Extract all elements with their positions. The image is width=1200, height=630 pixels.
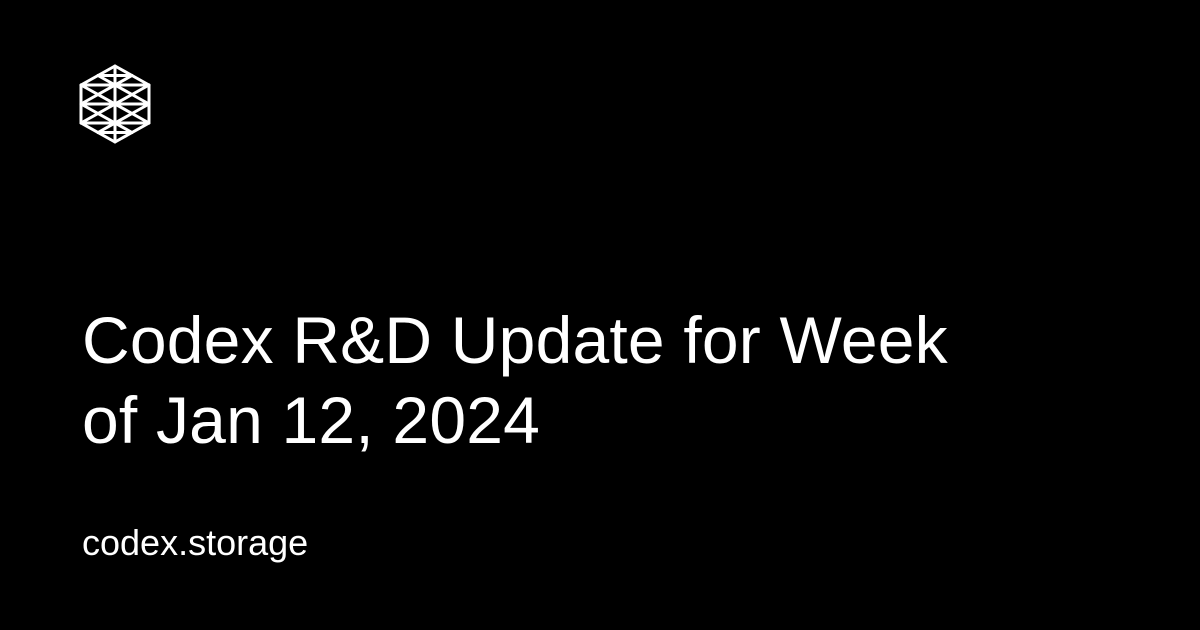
title-line-1: Codex R&D Update for Week	[82, 303, 948, 377]
page-title: Codex R&D Update for Week of Jan 12, 202…	[82, 300, 1122, 460]
title-line-2: of Jan 12, 2024	[82, 383, 541, 457]
site-domain: codex.storage	[82, 522, 309, 563]
codex-logo-icon	[79, 64, 151, 144]
social-card: Codex R&D Update for Week of Jan 12, 202…	[0, 0, 1200, 630]
